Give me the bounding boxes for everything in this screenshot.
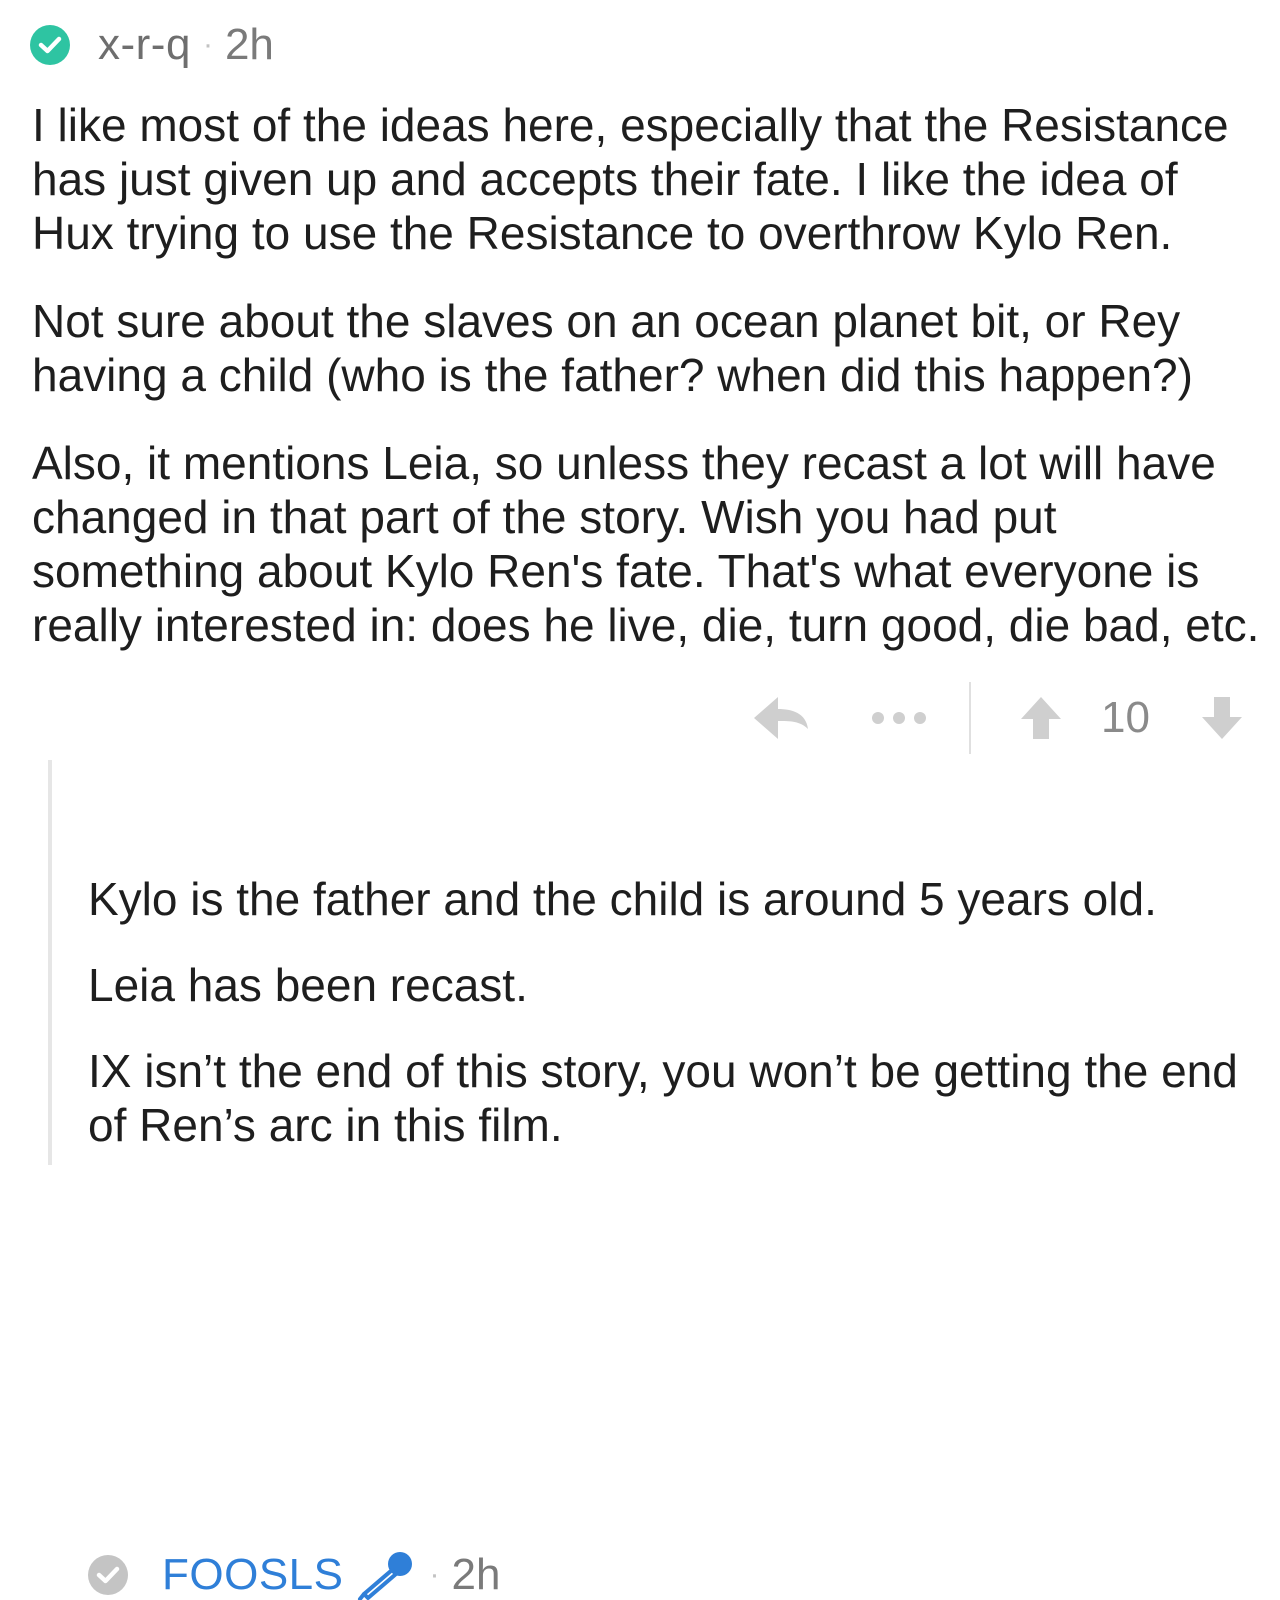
text-line: changed in that part of the story. Wish … <box>32 491 1057 543</box>
reply-paragraph: Kylo is the father and the child is arou… <box>88 872 1268 926</box>
meta-separator: · <box>429 1558 440 1591</box>
comment-paragraph: I like most of the ideas here, especiall… <box>32 98 1272 260</box>
text-line: I like most of the ideas here, especiall… <box>32 99 1229 151</box>
reply-button[interactable] <box>751 693 811 743</box>
check-icon <box>38 36 62 54</box>
more-options-button[interactable] <box>869 693 929 743</box>
vote-score: 10 <box>1101 693 1150 742</box>
reply-author[interactable]: FOOSLS <box>162 1552 344 1598</box>
comment-timestamp: 2h <box>224 20 274 69</box>
reply-arrow-icon <box>754 697 809 739</box>
text-line: IX isn’t the end of this story, you won’… <box>88 1045 1238 1097</box>
check-icon <box>96 1566 120 1584</box>
text-line: of Ren’s arc in this film. <box>88 1099 563 1151</box>
upvote-button[interactable] <box>1019 694 1063 742</box>
reply-body: Kylo is the father and the child is arou… <box>88 872 1268 1152</box>
text-line: Not sure about the slaves on an ocean pl… <box>32 295 1181 347</box>
text-line: something about Kylo Ren's fate. That's … <box>32 545 1200 597</box>
comment-author[interactable]: x-r-q <box>98 22 191 68</box>
text-line: Also, it mentions Leia, so unless they r… <box>32 437 1216 489</box>
comment-paragraph: Not sure about the slaves on an ocean pl… <box>32 294 1272 402</box>
verified-badge <box>30 25 70 65</box>
verified-badge <box>88 1555 128 1595</box>
comment-actions: 10 <box>751 680 1244 756</box>
text-line: Leia has been recast. <box>88 959 528 1011</box>
meta-separator: · <box>202 28 213 61</box>
text-line: Hux trying to use the Resistance to over… <box>32 207 1173 259</box>
downvote-arrow-icon <box>1202 697 1242 739</box>
reply-header: FOOSLS · 2h <box>88 1550 500 1600</box>
reply-paragraph: IX isn’t the end of this story, you won’… <box>88 1044 1268 1152</box>
comment-x-r-q: x-r-q · 2h I like most of the ideas here… <box>0 0 1280 760</box>
microphone-icon <box>356 1550 418 1600</box>
text-line: having a child (who is the father? when … <box>32 349 1193 401</box>
reply-paragraph: Leia has been recast. <box>88 958 1268 1012</box>
comment-header: x-r-q · 2h <box>30 22 274 68</box>
actions-divider <box>969 682 972 754</box>
reply-timestamp: 2h <box>451 1550 501 1599</box>
text-line: really interested in: does he live, die,… <box>32 599 1260 651</box>
more-dots-icon <box>872 712 927 724</box>
text-line: has just given up and accepts their fate… <box>32 153 1178 205</box>
comment-paragraph: Also, it mentions Leia, so unless they r… <box>32 436 1272 652</box>
text-line: Kylo is the father and the child is arou… <box>88 873 1157 925</box>
comment-body: I like most of the ideas here, especiall… <box>32 98 1272 652</box>
upvote-arrow-icon <box>1021 697 1062 739</box>
downvote-button[interactable] <box>1200 694 1244 742</box>
